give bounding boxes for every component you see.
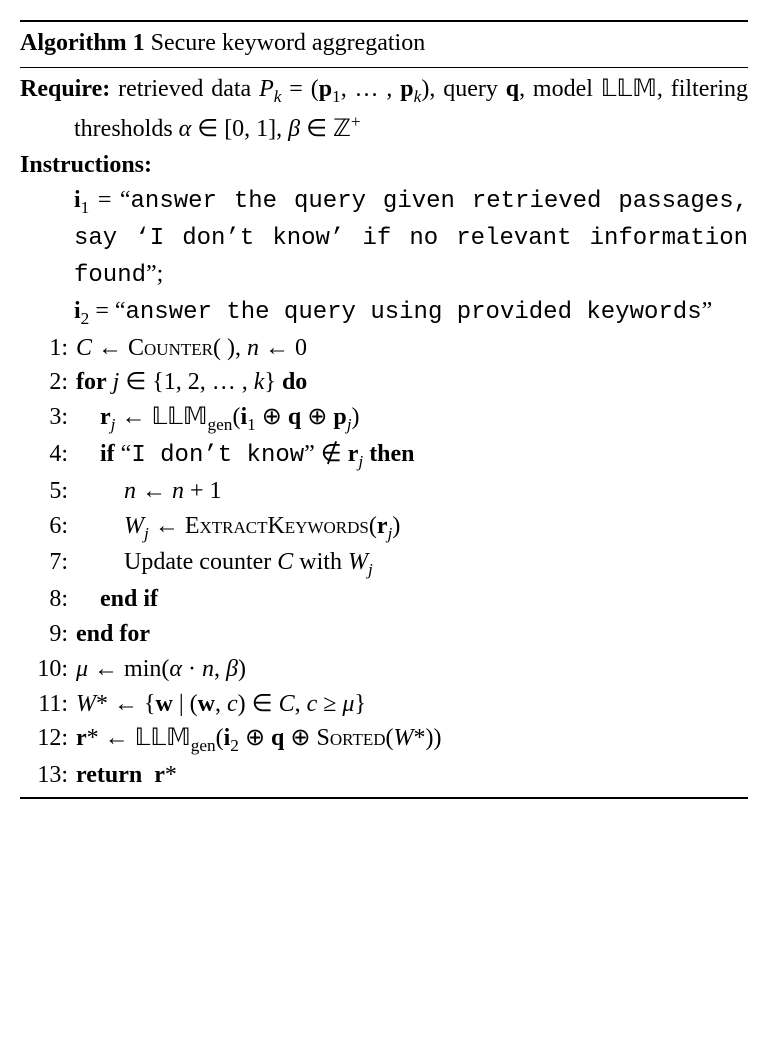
step-row: 2:for j ∈ {1, 2, … , k} do xyxy=(20,365,748,400)
step-number: 7: xyxy=(20,545,76,580)
step-row: 5:n ← n + 1 xyxy=(20,474,748,509)
step-row: 11:W* ← {w | (w, c) ∈ C, c ≥ μ} xyxy=(20,687,748,722)
step-number: 6: xyxy=(20,509,76,544)
step-row: 6:Wj ← ExtractKeywords(rj) xyxy=(20,509,748,546)
step-number: 10: xyxy=(20,652,76,687)
step-number: 4: xyxy=(20,437,76,472)
step-row: 9:end for xyxy=(20,617,748,652)
instruction-i2: i2 = “answer the query using provided ke… xyxy=(20,294,748,331)
step-row: 8:end if xyxy=(20,582,748,617)
step-code: C ← Counter( ), n ← 0 xyxy=(76,331,748,366)
step-number: 13: xyxy=(20,758,76,793)
step-number: 8: xyxy=(20,582,76,617)
require-label: Require: xyxy=(20,76,110,102)
step-number: 9: xyxy=(20,617,76,652)
instructions-label: Instructions: xyxy=(20,148,748,183)
step-code: r* ← 𝕃𝕃𝕄gen(i2 ⊕ q ⊕ Sorted(W*)) xyxy=(76,721,748,758)
require-text: retrieved data Pk = (p1, … , pk), query … xyxy=(74,76,748,142)
step-row: 10:μ ← min(α · n, β) xyxy=(20,652,748,687)
algorithm-body: Require: retrieved data Pk = (p1, … , pk… xyxy=(20,68,748,797)
steps-list: 1:C ← Counter( ), n ← 02:for j ∈ {1, 2, … xyxy=(20,331,748,794)
algorithm-title-row: Algorithm 1 Secure keyword aggregation xyxy=(20,22,748,68)
step-number: 12: xyxy=(20,721,76,756)
step-number: 2: xyxy=(20,365,76,400)
instruction-i1: i1 = “answer the query given retrieved p… xyxy=(20,183,748,293)
step-number: 1: xyxy=(20,331,76,366)
step-code: μ ← min(α · n, β) xyxy=(76,652,748,687)
step-code: for j ∈ {1, 2, … , k} do xyxy=(76,365,748,400)
step-code: W* ← {w | (w, c) ∈ C, c ≥ μ} xyxy=(76,687,748,722)
step-row: 3:rj ← 𝕃𝕃𝕄gen(i1 ⊕ q ⊕ pj) xyxy=(20,400,748,437)
step-row: 12:r* ← 𝕃𝕃𝕄gen(i2 ⊕ q ⊕ Sorted(W*)) xyxy=(20,721,748,758)
step-code: end for xyxy=(76,617,748,652)
step-number: 3: xyxy=(20,400,76,435)
step-code: if “I don’t know” ∉ rj then xyxy=(76,437,748,474)
require-block: Require: retrieved data Pk = (p1, … , pk… xyxy=(20,72,748,147)
step-number: 5: xyxy=(20,474,76,509)
step-row: 7:Update counter C with Wj xyxy=(20,545,748,582)
algorithm-number: Algorithm 1 xyxy=(20,30,145,56)
algorithm-block: Algorithm 1 Secure keyword aggregation R… xyxy=(20,20,748,799)
algorithm-title: Secure keyword aggregation xyxy=(145,30,426,56)
step-code: return r* xyxy=(76,758,748,793)
step-code: Wj ← ExtractKeywords(rj) xyxy=(76,509,748,546)
step-row: 1:C ← Counter( ), n ← 0 xyxy=(20,331,748,366)
step-row: 4:if “I don’t know” ∉ rj then xyxy=(20,437,748,474)
step-row: 13:return r* xyxy=(20,758,748,793)
step-number: 11: xyxy=(20,687,76,722)
step-code: rj ← 𝕃𝕃𝕄gen(i1 ⊕ q ⊕ pj) xyxy=(76,400,748,437)
step-code: n ← n + 1 xyxy=(76,474,748,509)
step-code: Update counter C with Wj xyxy=(76,545,748,582)
step-code: end if xyxy=(76,582,748,617)
